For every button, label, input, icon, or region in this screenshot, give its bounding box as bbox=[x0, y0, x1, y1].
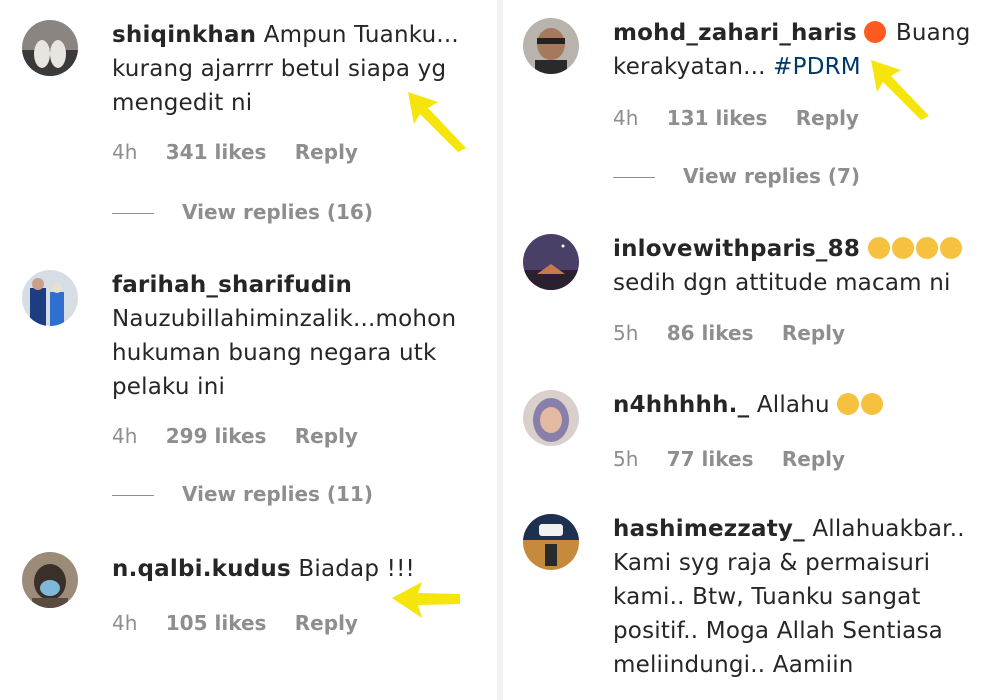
avatar[interactable] bbox=[523, 18, 579, 74]
comment-likes[interactable]: 131 likes bbox=[667, 106, 768, 130]
avatar[interactable] bbox=[523, 234, 579, 290]
yellow-arrow-icon bbox=[392, 582, 460, 618]
comment-username[interactable]: inlovewithparis_88 bbox=[613, 236, 860, 262]
comment-meta: 4h 299 likes Reply bbox=[112, 424, 380, 448]
comment-likes[interactable]: 299 likes bbox=[166, 424, 267, 448]
comment-time: 4h bbox=[112, 424, 138, 448]
replies-line bbox=[613, 177, 655, 178]
comment-likes[interactable]: 341 likes bbox=[166, 140, 267, 164]
view-replies-button[interactable]: View replies (16) bbox=[112, 200, 373, 224]
comment-username[interactable]: n4hhhhh._ bbox=[613, 392, 749, 418]
avatar[interactable] bbox=[22, 270, 78, 326]
comment-username[interactable]: farihah_sharifudin bbox=[112, 272, 352, 298]
replies-line bbox=[112, 213, 154, 214]
replies-line bbox=[112, 495, 154, 496]
avatar[interactable] bbox=[523, 390, 579, 446]
comment-text: Allahu bbox=[756, 392, 830, 418]
comment-meta: 5h 86 likes Reply bbox=[613, 321, 867, 345]
comment-username[interactable]: mohd_zahari_haris bbox=[613, 20, 857, 46]
crying-face-emoji-icon bbox=[861, 393, 884, 415]
comment-meta: 5h 77 likes Reply bbox=[613, 447, 867, 471]
avatar[interactable] bbox=[523, 514, 579, 570]
crying-face-emoji-icon bbox=[939, 237, 962, 259]
yellow-arrow-icon bbox=[871, 60, 929, 120]
comment-username[interactable]: n.qalbi.kudus bbox=[112, 556, 291, 582]
comment-meta: 4h 131 likes Reply bbox=[613, 106, 881, 130]
sad-face-emoji-icon bbox=[837, 393, 860, 415]
reply-button[interactable]: Reply bbox=[782, 447, 845, 471]
comment-body: farihah_sharifudin Nauzubillahiminzalik.… bbox=[112, 268, 489, 404]
right-comment-panel: mohd_zahari_haris Buang kerakyatan... #P… bbox=[503, 0, 1000, 700]
comment-meta: 4h 105 likes Reply bbox=[112, 611, 380, 635]
comment-likes[interactable]: 77 likes bbox=[667, 447, 754, 471]
avatar[interactable] bbox=[22, 552, 78, 608]
reply-button[interactable]: Reply bbox=[295, 140, 358, 164]
hashtag-link[interactable]: #PDRM bbox=[773, 54, 861, 80]
comment-text: Nauzubillahiminzalik...mohon hukuman bua… bbox=[112, 306, 457, 400]
comment-time: 4h bbox=[613, 106, 639, 130]
left-comment-panel: shiqinkhan Ampun Tuanku... kurang ajarrr… bbox=[0, 0, 497, 700]
crying-face-emoji-icon bbox=[891, 237, 914, 259]
view-replies-button[interactable]: View replies (11) bbox=[112, 482, 373, 506]
comment-body: mohd_zahari_haris Buang kerakyatan... #P… bbox=[613, 16, 992, 84]
reply-button[interactable]: Reply bbox=[782, 321, 845, 345]
crying-face-emoji-icon bbox=[915, 237, 938, 259]
view-replies-button[interactable]: View replies (7) bbox=[613, 164, 860, 188]
avatar[interactable] bbox=[22, 20, 78, 76]
view-replies-label: View replies (11) bbox=[182, 482, 373, 506]
reply-button[interactable]: Reply bbox=[295, 611, 358, 635]
comment-time: 4h bbox=[112, 140, 138, 164]
comment-likes[interactable]: 86 likes bbox=[667, 321, 754, 345]
yellow-arrow-icon bbox=[408, 92, 466, 152]
comment-body: hashimezzaty_ Allahuakbar.. Kami syg raj… bbox=[613, 512, 992, 682]
comment-time: 4h bbox=[112, 611, 138, 635]
comment-body: n4hhhhh._ Allahu bbox=[613, 388, 992, 422]
view-replies-label: View replies (16) bbox=[182, 200, 373, 224]
comment-time: 5h bbox=[613, 321, 639, 345]
comment-username[interactable]: shiqinkhan bbox=[112, 22, 256, 48]
reply-button[interactable]: Reply bbox=[295, 424, 358, 448]
comment-text: sedih dgn attitude macam ni bbox=[613, 270, 951, 296]
reply-button[interactable]: Reply bbox=[796, 106, 859, 130]
comment-time: 5h bbox=[613, 447, 639, 471]
comment-likes[interactable]: 105 likes bbox=[166, 611, 267, 635]
comment-meta: 4h 341 likes Reply bbox=[112, 140, 380, 164]
angry-face-emoji-icon bbox=[864, 21, 887, 43]
comment-body: inlovewithparis_88 sedih dgn attitude ma… bbox=[613, 232, 992, 300]
view-replies-label: View replies (7) bbox=[683, 164, 861, 188]
crying-face-emoji-icon bbox=[867, 237, 890, 259]
comment-username[interactable]: hashimezzaty_ bbox=[613, 516, 805, 542]
